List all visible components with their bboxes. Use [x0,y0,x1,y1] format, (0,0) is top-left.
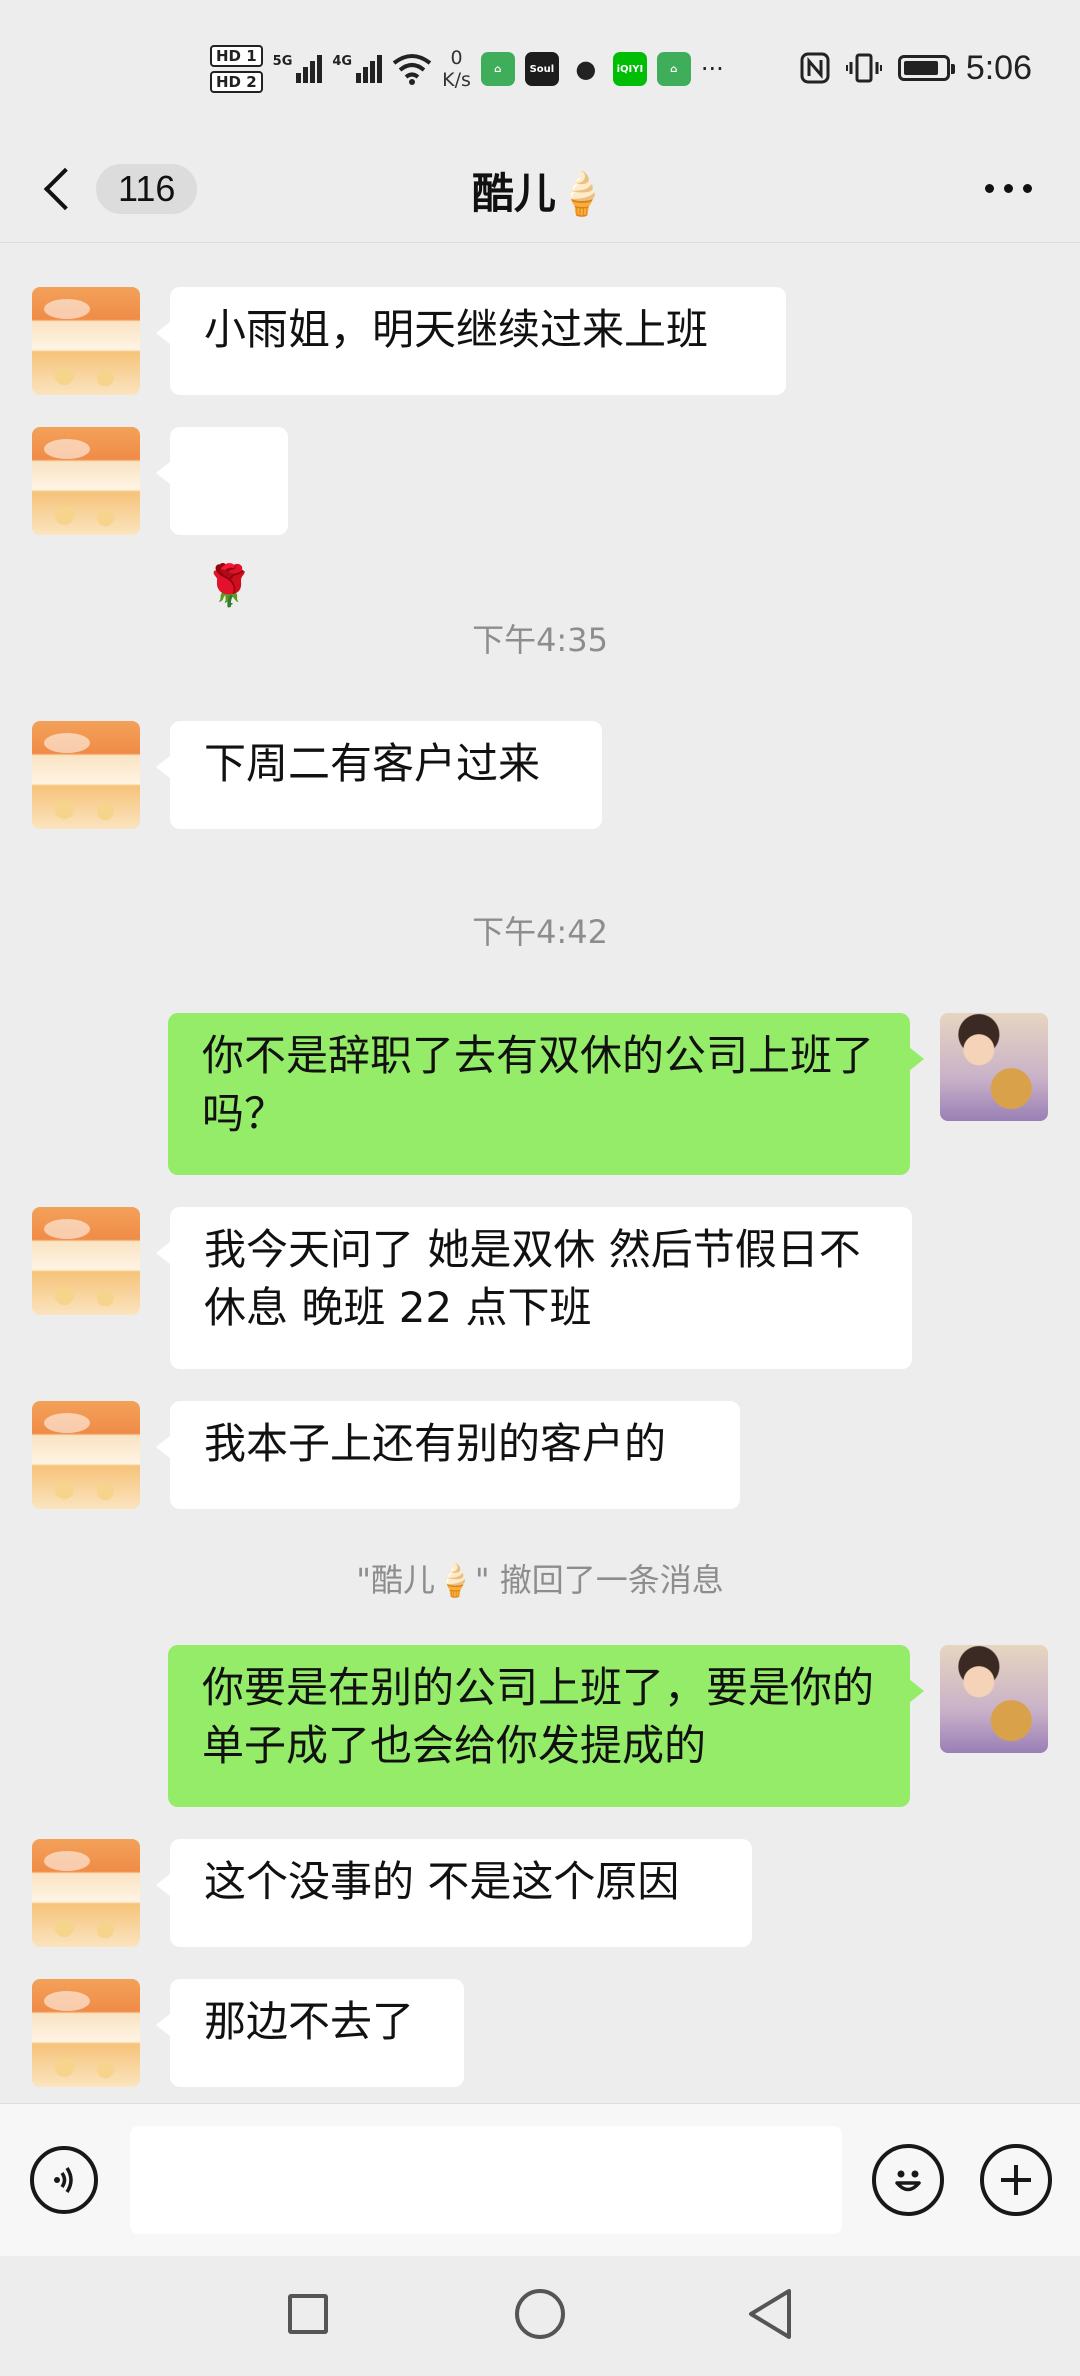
message-bubble[interactable]: 我今天问了 她是双休 然后节假日不休息 晚班 22 点下班 [156,1207,912,1369]
message-bubble[interactable]: 你不是辞职了去有双休的公司上班了吗？ [168,1013,924,1175]
status-left-cluster: HD 1 HD 2 5G 4G 0 K/s ⌂ Soul ● iQIYI ⌂ ·… [210,34,724,104]
contact-avatar[interactable] [32,427,140,535]
message-bubble[interactable]: 下周二有客户过来 [156,721,602,829]
hd-indicators: HD 1 HD 2 [210,45,263,93]
contact-avatar[interactable] [32,1979,140,2087]
timestamp-label: 下午4:35 [472,621,608,659]
home-app-icon: ⌂ [656,52,691,86]
more-notifications: ··· [700,55,724,83]
square-recents-icon [288,2294,328,2334]
contact-avatar[interactable] [32,287,140,395]
signal-4g-icon: 4G [332,54,383,83]
contact-avatar[interactable] [32,1207,140,1315]
message-bubble[interactable]: 这个没事的 不是这个原因 [156,1839,752,1947]
net-speed-unit: K/s [442,69,471,91]
recents-button[interactable] [278,2284,338,2344]
more-horizontal-icon [985,184,994,193]
message-bubble[interactable]: 你要是在别的公司上班了，要是你的单子成了也会给你发提成的 [168,1645,924,1807]
message-bubble[interactable]: 我本子上还有别的客户的 [156,1401,740,1509]
plus-icon [1001,2165,1031,2195]
contact-avatar[interactable] [32,1401,140,1509]
my-avatar[interactable] [940,1013,1048,1121]
soul-app-icon: Soul [524,52,559,86]
net-speed-value: 0 [450,47,463,69]
chat-title: 酷儿🍦 [471,169,609,218]
rose-emoji: 🌹 [204,563,254,609]
emoji-button[interactable] [872,2144,944,2216]
battery-icon [897,55,955,81]
signal-5g-label: 5G [272,54,293,69]
message-input[interactable] [130,2126,842,2234]
nfc-icon [800,52,830,84]
circle-home-icon [515,2289,565,2339]
message-incoming: 小雨姐，明天继续过来上班 [0,243,1080,395]
message-bubble[interactable]: 🌹 [156,427,288,609]
input-bar [0,2103,1080,2256]
home-button[interactable] [510,2284,570,2344]
iqiyi-app-icon: iQIYI [612,52,647,86]
vibrate-icon [845,53,882,83]
more-functions-button[interactable] [980,2144,1052,2216]
system-navigation-bar [0,2256,1080,2376]
voice-icon [54,2167,73,2193]
home-app-icon: ⌂ [480,52,515,86]
status-right-cluster: 5:06 [800,40,1032,96]
wechat-icon: ● [575,55,597,83]
signal-5g-icon: 5G [273,55,323,83]
chat-header: 116 酷儿🍦 [0,136,1080,243]
recall-notice: "酷儿🍦" 撤回了一条消息 [356,1561,724,1599]
signal-4g-label: 4G [332,54,353,69]
wifi-icon [392,54,432,85]
my-avatar[interactable] [940,1645,1048,1753]
hd1-badge: HD 1 [210,45,263,67]
message-bubble[interactable]: 那边不去了 [156,1979,464,2087]
triangle-back-icon [749,2289,791,2339]
message-list[interactable]: 小雨姐，明天继续过来上班 🌹 下午4:35 下周二有客户过来 下午4:42 你不… [0,243,1080,2103]
hd2-badge: HD 2 [210,71,263,93]
battery-level [903,61,938,75]
message-bubble[interactable]: 小雨姐，明天继续过来上班 [156,287,786,395]
contact-avatar[interactable] [32,721,140,829]
status-bar: HD 1 HD 2 5G 4G 0 K/s ⌂ Soul ● iQIYI ⌂ ·… [0,0,1080,136]
voice-button[interactable] [30,2146,98,2214]
more-options-button[interactable] [981,176,1036,201]
system-back-button[interactable] [740,2284,800,2344]
net-speed: 0 K/s [442,47,471,91]
contact-avatar[interactable] [32,1839,140,1947]
emoji-icon [895,2170,921,2192]
status-time: 5:06 [965,48,1032,87]
timestamp-label: 下午4:42 [472,913,608,951]
